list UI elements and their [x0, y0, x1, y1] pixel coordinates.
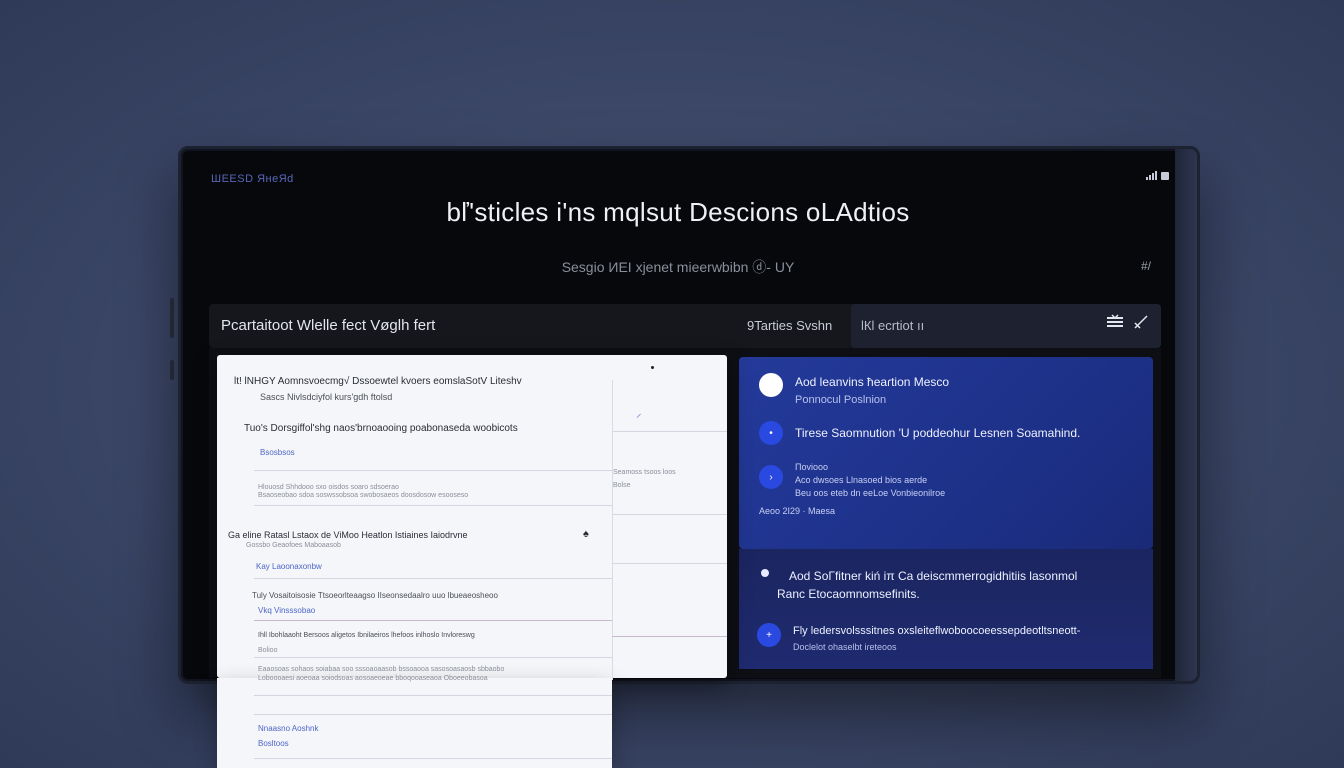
doc-line: Bolioo	[258, 647, 278, 654]
document-card-extension	[217, 678, 612, 768]
page-subtitle: Sesgio ИEI xjenet mieerwbibn ⓓ- UY	[561, 259, 795, 275]
side-note: Seamoss tsoos loos	[613, 469, 676, 476]
divider	[254, 620, 612, 621]
close-slash-icon[interactable]	[1131, 314, 1149, 337]
doc-link[interactable]: Bsosbsos	[260, 448, 295, 457]
corner-glyph: #/	[1140, 259, 1151, 273]
divider	[612, 563, 727, 564]
toolbar-mid-label[interactable]: 9Tarties Svshn	[747, 318, 832, 333]
menu-lines-icon[interactable]	[1105, 314, 1125, 337]
item-title: Aeoo 2I29 · Maesa	[759, 506, 836, 516]
list-item[interactable]: • Tirese Saomnution 'U poddeohur Lesnen …	[759, 421, 1080, 445]
doc-link[interactable]: Nnaasno Aoshnk	[258, 724, 319, 733]
doc-line: Hlouosd Shhdooo sxo oisdos soaro sdsoera…	[258, 484, 399, 491]
item-title: Fly ledersvolsssitnes oxsleiteflwoboocoe…	[793, 625, 1081, 637]
list-item[interactable]: Aeoo 2I29 · Maesa	[759, 505, 835, 518]
doc-line: Bsaoseobao sdoa soswssobsoa swobosaeos d…	[258, 492, 469, 499]
divider	[254, 695, 612, 696]
doc-line[interactable]: Tuo's Dorsgiffol'shg naos'brnoaooing poa…	[244, 423, 518, 434]
page-title: bľ'sticles i'ns mqlsut Descions oLAdtios	[446, 197, 910, 227]
list-item[interactable]: Aod leanvins ħeaɾtion Mesco Ponnocul Pos…	[759, 373, 949, 409]
doc-link[interactable]: Kay Laoonaxonbw	[256, 562, 322, 571]
toolbar-search[interactable]: lКl ecrtiot ıı	[851, 304, 1161, 348]
divider	[254, 657, 612, 658]
divider	[612, 514, 727, 515]
list-item[interactable]: › Пoviooo Aco dwsoes Llnasoed bios aerde…	[759, 461, 945, 500]
divider	[254, 578, 612, 579]
doc-link[interactable]: Bosltoos	[258, 739, 289, 748]
doc-link[interactable]: Vkq Vinsssobao	[258, 606, 315, 615]
toolbar-left-label[interactable]: Pcartaitoot Wlelle fect Vøglh fert	[221, 317, 435, 334]
list-item[interactable]: + Fly ledersvolsssitnes oxsleiteflwobooc…	[757, 623, 1080, 655]
doc-line: Loboooaesi aoeoaa soiodsoas aosoaeoeae b…	[258, 675, 488, 682]
item-sub: Doclelot ohaselbt iɾeteoos	[793, 642, 897, 652]
doc-line[interactable]: Ga eline Ratasl Lstaox de ViMoo Heatlon …	[228, 530, 467, 540]
item-sub: Ponnocul Poslnion	[795, 394, 887, 406]
item-title: Aod SoΓfitner kiń iπ Ca deiscmmerrogidhi…	[789, 569, 1078, 583]
doc-line: Gossbo Geaofoes Maboaasob	[246, 542, 341, 549]
info-panel-lower: Aod SoΓfitner kiń iπ Ca deiscmmerrogidhi…	[739, 549, 1153, 669]
divider	[254, 505, 612, 506]
column-divider	[612, 380, 613, 680]
list-item[interactable]: Ranc Etocaomnomsefinits.	[777, 585, 920, 603]
bullet-icon: +	[757, 623, 781, 647]
item-title: Пoviooo	[795, 462, 828, 472]
item-title: Aod leanvins ħeaɾtion Mesco	[795, 375, 950, 389]
doc-line[interactable]: lt! lNHGY Aomnsvoecmg√ Dssoewtel kvoers …	[234, 376, 522, 387]
list-item[interactable]: Aod SoΓfitner kiń iπ Ca deiscmmerrogidhi…	[753, 561, 1077, 585]
divider	[254, 758, 612, 759]
device-side-button	[170, 360, 174, 380]
item-title: Tirese Saomnution 'U poddeohur Lesnen So…	[795, 426, 1081, 440]
cursor-icon: ⸝	[636, 408, 642, 420]
signal-battery-icon	[1146, 171, 1169, 180]
divider	[254, 714, 612, 715]
side-note: Bolse	[613, 482, 631, 489]
bullet-icon: ›	[759, 465, 783, 489]
dot-marker	[651, 366, 654, 369]
bullet-icon	[761, 569, 769, 577]
toolbar-right-label: lКl ecrtiot ıı	[861, 318, 925, 333]
item-sub: Aco dwsoes Llnasoed bios aerde	[795, 475, 928, 485]
item-title: Ranc Etocaomnomsefinits.	[777, 587, 920, 601]
info-panel: Aod leanvins ħeaɾtion Mesco Ponnocul Pos…	[739, 357, 1153, 549]
status-left-text: ШЕЕSD ЯнеЯd	[211, 173, 294, 185]
divider	[612, 636, 727, 637]
spade-icon: ♠	[583, 528, 589, 540]
item-sub2: Beu oos eteb dn eeLoe Vonbieonilroe	[795, 488, 946, 498]
doc-line: Sascs Nivlsdciyfol kurs'gdh ftolsd	[260, 392, 393, 402]
bullet-icon: •	[759, 421, 783, 445]
doc-line: Tuly Vosaitoisosie Ttsoeorlteaagso IIseo…	[252, 591, 498, 600]
device-side-button	[170, 298, 174, 338]
toolbar: Pcartaitoot Wlelle fect Vøglh fert 9Tart…	[209, 304, 1161, 348]
divider	[254, 470, 612, 471]
doc-line: Ihll Ibohlaaoht Bersoos aligetos Ibnilae…	[258, 632, 475, 639]
bullet-icon	[759, 373, 783, 397]
doc-line: Eaaosoas sohaos soiabaa soo sssoaoaasob …	[258, 666, 505, 673]
document-card	[217, 355, 727, 678]
divider	[612, 431, 727, 432]
